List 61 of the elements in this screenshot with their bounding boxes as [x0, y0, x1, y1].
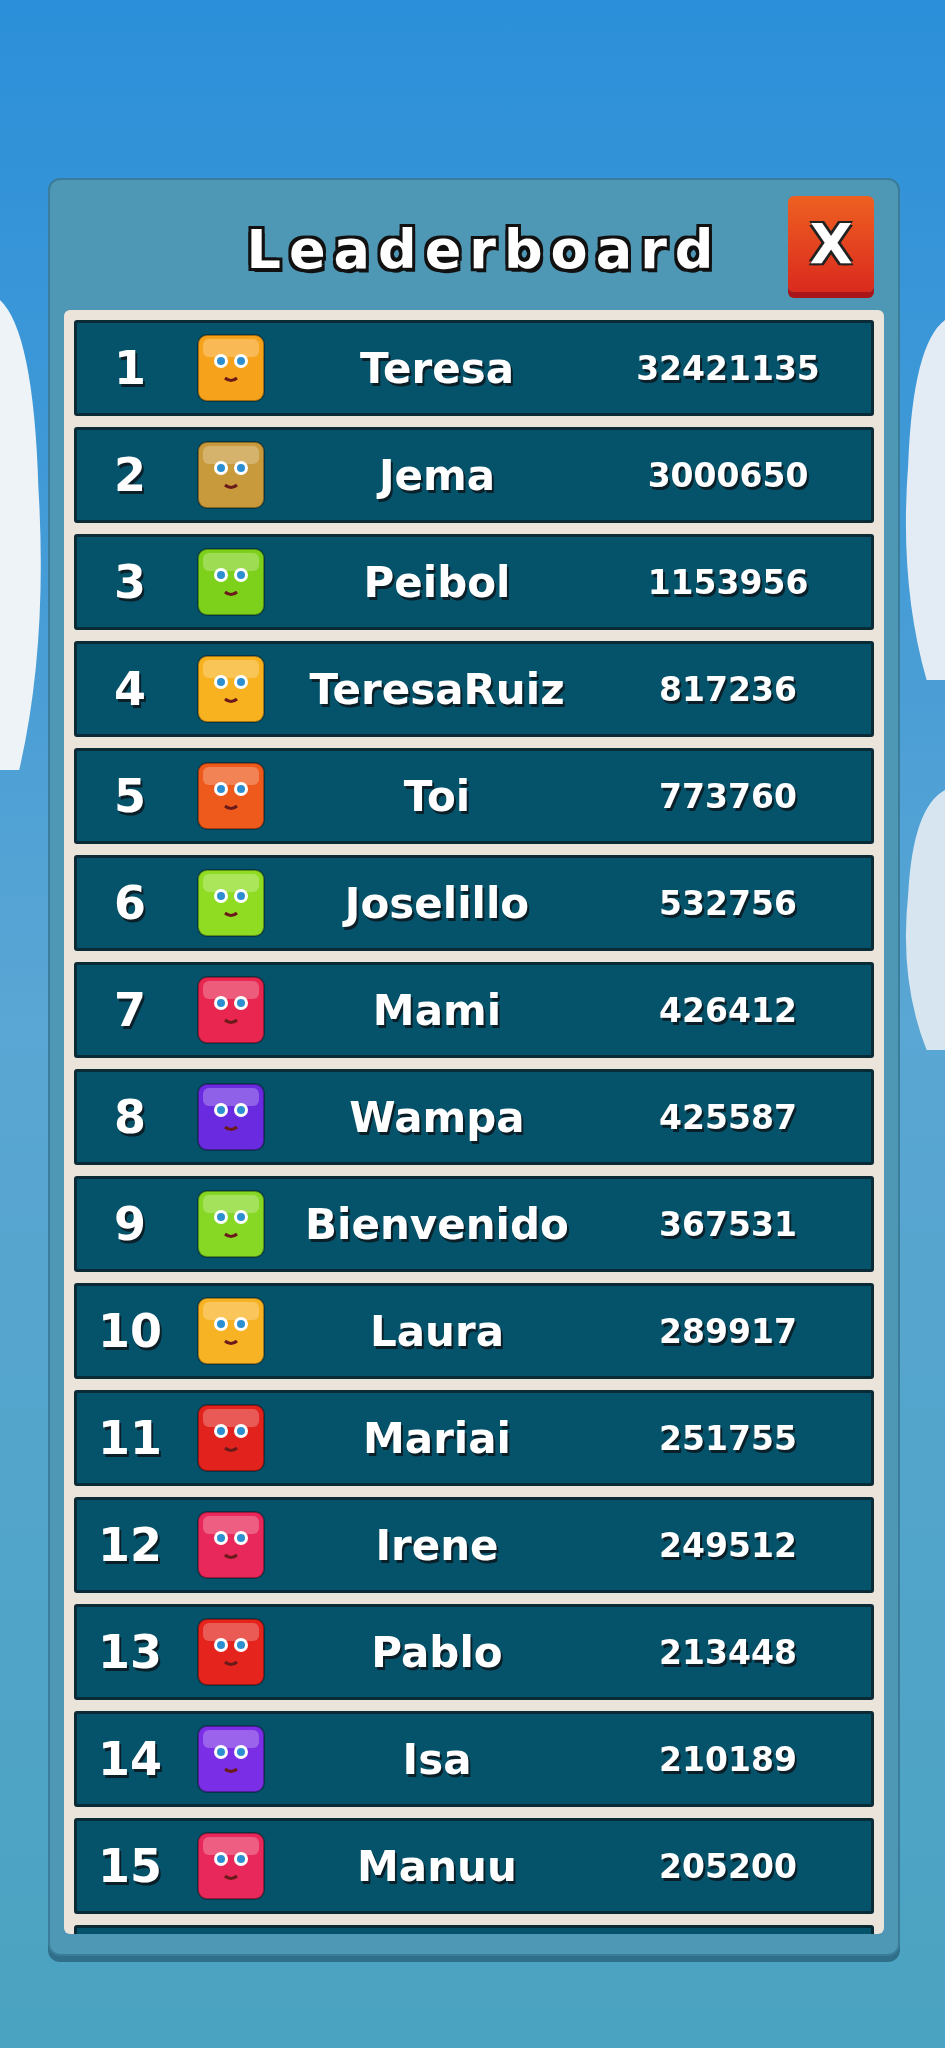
player-name: Bienvenido [305, 1199, 569, 1249]
leaderboard-row[interactable]: 13 Pablo 213448 [74, 1604, 874, 1700]
rank-number: 6 [114, 876, 146, 930]
rank-number: 11 [98, 1411, 162, 1465]
player-score: 817236 [659, 669, 797, 709]
player-score: 210189 [659, 1739, 797, 1779]
leaderboard-row[interactable]: 2 Jema 3000650 [74, 427, 874, 523]
player-score: 426412 [659, 990, 797, 1030]
rank-number: 1 [114, 341, 146, 395]
leaderboard-row[interactable]: 11 Mariai 251755 [74, 1390, 874, 1486]
player-score: 425587 [659, 1097, 797, 1137]
player-name: Isa [402, 1734, 472, 1784]
rank-number: 8 [114, 1090, 146, 1144]
player-name: Jema [378, 450, 496, 500]
leaderboard-row[interactable]: 10 Laura 289917 [74, 1283, 874, 1379]
player-score: 32421135 [636, 348, 820, 388]
rank-number: 13 [98, 1625, 162, 1679]
leaderboard-row[interactable]: 14 Isa 210189 [74, 1711, 874, 1807]
player-score: 367531 [659, 1204, 797, 1244]
player-name: Mami [372, 985, 502, 1035]
rank-number: 2 [114, 448, 146, 502]
rank-number: 9 [114, 1197, 146, 1251]
leaderboard-row[interactable]: 15 Manuu 205200 [74, 1818, 874, 1914]
player-name: Mariai [363, 1413, 511, 1463]
rank-number: 7 [114, 983, 146, 1037]
leaderboard-row[interactable]: 3 Peibol 1153956 [74, 534, 874, 630]
leaderboard-row[interactable]: 8 Wampa 425587 [74, 1069, 874, 1165]
leaderboard-title: Leaderboard [245, 217, 722, 281]
player-score: 532756 [659, 883, 797, 923]
rank-number: 15 [98, 1839, 162, 1893]
leaderboard-row[interactable]: 12 Irene 249512 [74, 1497, 874, 1593]
player-name: Toi [403, 771, 471, 821]
rank-number: 14 [98, 1732, 162, 1786]
player-name: Irene [375, 1520, 499, 1570]
leaderboard-row[interactable]: 7 Mami 426412 [74, 962, 874, 1058]
player-score: 213448 [659, 1632, 797, 1672]
player-name: Peibol [363, 557, 511, 607]
rank-number: 4 [114, 662, 146, 716]
player-name: Manuu [357, 1841, 517, 1891]
rank-number: 10 [98, 1304, 162, 1358]
player-name: Wampa [349, 1092, 525, 1142]
rank-number: 3 [114, 555, 146, 609]
player-name: Joselillo [344, 878, 530, 928]
player-name: Teresa [359, 343, 515, 393]
player-score: 1153956 [647, 562, 809, 602]
player-score: 289917 [659, 1311, 797, 1351]
leaderboard-row[interactable]: 6 Joselillo 532756 [74, 855, 874, 951]
player-score: 251755 [659, 1418, 797, 1458]
player-score: 3000650 [647, 455, 809, 495]
leaderboard-row[interactable]: 5 Toi 773760 [74, 748, 874, 844]
player-score: 205200 [659, 1846, 797, 1886]
player-name: Pablo [371, 1627, 503, 1677]
player-name: TeresaRuiz [309, 664, 565, 714]
player-score: 773760 [659, 776, 797, 816]
leaderboard-row[interactable]: 1 Teresa 32421135 [74, 320, 874, 416]
leaderboard-row[interactable]: 4 TeresaRuiz 817236 [74, 641, 874, 737]
player-name: Laura [369, 1306, 505, 1356]
player-score: 249512 [659, 1525, 797, 1565]
rank-number: 12 [98, 1518, 162, 1572]
leaderboard-row[interactable]: 9 Bienvenido 367531 [74, 1176, 874, 1272]
rank-number: 5 [114, 769, 146, 823]
